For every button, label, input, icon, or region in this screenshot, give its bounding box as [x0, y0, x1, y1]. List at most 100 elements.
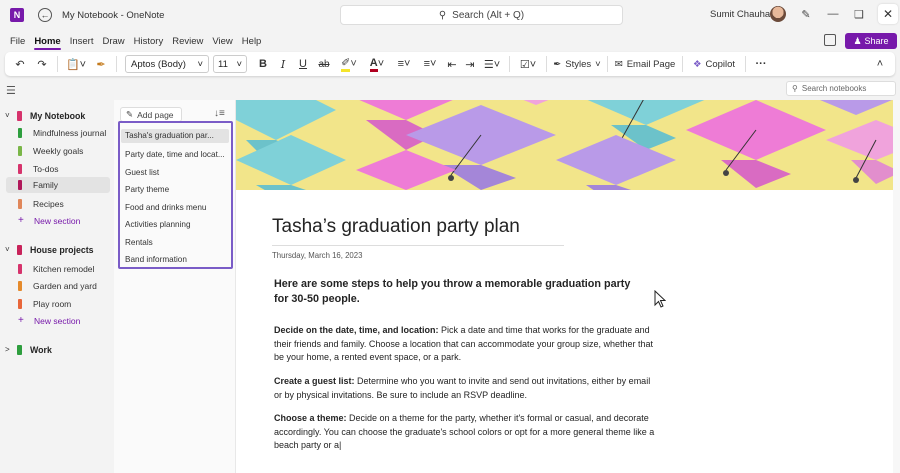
page-item-activities-planning[interactable]: Activities planning [125, 220, 229, 229]
pen-icon[interactable]: ✎ [798, 6, 814, 22]
strikethrough-icon[interactable]: ab [313, 54, 335, 74]
numbering-icon[interactable]: ≡˅ [417, 54, 443, 74]
section-kitchen-remodel[interactable]: Kitchen remodel [0, 261, 114, 276]
page-item-band-information[interactable]: Band information [125, 255, 229, 264]
copilot-window-icon[interactable]: ❑ [851, 6, 867, 22]
notebook-my-notebook[interactable]: ˅ My Notebook [0, 108, 114, 123]
styles-label: Styles [565, 58, 592, 70]
paragraph-heading: Choose a theme: [274, 413, 347, 423]
chevron-up-icon[interactable]: ˄ [869, 54, 891, 74]
menu-file[interactable]: File [10, 36, 25, 47]
back-arrow-icon[interactable]: ← [38, 8, 52, 22]
email-page-label: Email Page [626, 58, 676, 70]
format-painter-icon[interactable]: ✒ [90, 54, 112, 74]
section-label: Garden and yard [33, 280, 97, 291]
page-item-tashas-graduation[interactable]: Tasha's graduation par... [121, 129, 229, 143]
copilot-button[interactable]: ❖ Copilot [687, 54, 741, 74]
page-item-food-and-drinks[interactable]: Food and drinks menu [125, 203, 229, 212]
hamburger-menu-icon[interactable]: ☰ [6, 84, 16, 97]
sticky-note-icon[interactable] [824, 34, 836, 46]
styles-button[interactable]: ✒ Styles ˅ [551, 54, 603, 74]
font-family-select[interactable]: Aptos (Body) ˅ [125, 55, 209, 73]
vertical-scrollbar[interactable] [893, 100, 900, 473]
menu-insert[interactable]: Insert [70, 36, 94, 47]
notebook-label: My Notebook [30, 110, 86, 121]
avatar[interactable] [770, 6, 786, 22]
plus-icon: + [18, 315, 24, 326]
menu-review[interactable]: Review [172, 36, 203, 47]
bold-icon[interactable]: B [253, 54, 273, 74]
new-section-button[interactable]: + New section [0, 213, 114, 228]
section-weekly-goals[interactable]: Weekly goals [0, 143, 114, 158]
page-item-guest-list[interactable]: Guest list [125, 168, 229, 177]
section-color-swatch [18, 198, 22, 209]
section-label: To-dos [33, 163, 59, 174]
search-notebooks-placeholder: Search notebooks [801, 84, 867, 93]
paragraph-guest-list[interactable]: Create a guest list: Determine who you w… [274, 375, 659, 402]
user-name[interactable]: Sumit Chauhan [710, 9, 775, 20]
menu-history[interactable]: History [134, 36, 164, 47]
underline-icon[interactable]: U [293, 54, 313, 74]
close-icon[interactable]: ✕ [878, 4, 898, 24]
mouse-pointer-icon [654, 290, 666, 308]
minimize-icon[interactable]: — [825, 6, 841, 22]
redo-icon[interactable]: ↷ [31, 54, 53, 74]
notebook-house-projects[interactable]: ˅ House projects [0, 242, 114, 257]
chevron-down-icon: ˅ [197, 58, 203, 70]
page-item-party-date[interactable]: Party date, time and locat... [125, 150, 229, 159]
search-notebooks-input[interactable]: ⚲ Search notebooks [786, 81, 896, 96]
notebook-work[interactable]: ˃ Work [0, 342, 114, 357]
more-options-icon[interactable]: ··· [750, 54, 772, 74]
page-list: ✎ Add page ↓≡ Tasha's graduation par... … [114, 100, 236, 473]
menu-view[interactable]: View [212, 36, 232, 47]
highlight-icon[interactable]: ✐ ˅ [335, 54, 363, 74]
font-color-icon[interactable]: A ˅ [363, 54, 391, 74]
search-input[interactable]: ⚲ Search (Alt + Q) [340, 5, 623, 25]
undo-icon[interactable]: ↶ [9, 54, 31, 74]
paragraph-date-location[interactable]: Decide on the date, time, and location: … [274, 324, 659, 365]
new-section-button[interactable]: + New section [0, 313, 114, 328]
add-page-button[interactable]: ✎ Add page [120, 107, 182, 122]
italic-icon[interactable]: I [273, 54, 293, 74]
chevron-right-icon[interactable]: ˃ [5, 345, 15, 354]
section-to-dos[interactable]: To-dos [0, 161, 114, 176]
title-divider [272, 245, 564, 246]
tag-checkbox-icon[interactable]: ☑˅ [514, 54, 542, 74]
section-recipes[interactable]: Recipes [0, 196, 114, 211]
menu-home[interactable]: Home [34, 36, 62, 50]
notebook-nav: ☰ ˅ My Notebook Mindfulness journal Week… [0, 80, 114, 473]
divider [509, 56, 510, 72]
chevron-down-icon[interactable]: ˅ [5, 111, 15, 120]
menu-bar: File Home Insert Draw History Review Vie… [0, 32, 900, 50]
align-icon[interactable]: ☰˅ [479, 54, 505, 74]
copilot-label: Copilot [705, 58, 736, 70]
search-icon: ⚲ [792, 84, 798, 93]
section-family[interactable]: Family [6, 177, 110, 193]
chevron-down-icon[interactable]: ˅ [5, 245, 15, 254]
bullets-icon[interactable]: ≡˅ [391, 54, 417, 74]
indent-icon[interactable]: ⇥ [461, 54, 479, 74]
page-item-party-theme[interactable]: Party theme [125, 185, 229, 194]
font-size-select[interactable]: 11 ˅ [213, 55, 247, 73]
divider [682, 56, 683, 72]
page-item-rentals[interactable]: Rentals [125, 238, 229, 247]
onenote-app-icon: N [10, 8, 24, 22]
page-title[interactable]: Tasha’s graduation party plan [272, 216, 520, 238]
menu-draw[interactable]: Draw [102, 36, 124, 47]
menu-help[interactable]: Help [242, 36, 262, 47]
section-mindfulness-journal[interactable]: Mindfulness journal [0, 125, 114, 140]
section-garden-and-yard[interactable]: Garden and yard [0, 278, 114, 293]
intro-paragraph[interactable]: Here are some steps to help you throw a … [274, 277, 644, 307]
share-button[interactable]: ♟ Share [845, 33, 897, 49]
section-play-room[interactable]: Play room [0, 296, 114, 311]
paste-icon[interactable]: 📋˅ [62, 54, 90, 74]
section-color-swatch [18, 163, 22, 174]
notebook-label: House projects [30, 244, 94, 255]
divider [607, 56, 608, 72]
page-canvas[interactable]: Tasha’s graduation party plan Thursday, … [236, 100, 900, 473]
paragraph-theme[interactable]: Choose a theme: Decide on a theme for th… [274, 412, 659, 453]
chevron-down-icon: ˅ [595, 58, 601, 70]
outdent-icon[interactable]: ⇤ [443, 54, 461, 74]
email-page-button[interactable]: ✉ Email Page [612, 54, 678, 74]
sort-icon[interactable]: ↓≡ [214, 108, 225, 119]
